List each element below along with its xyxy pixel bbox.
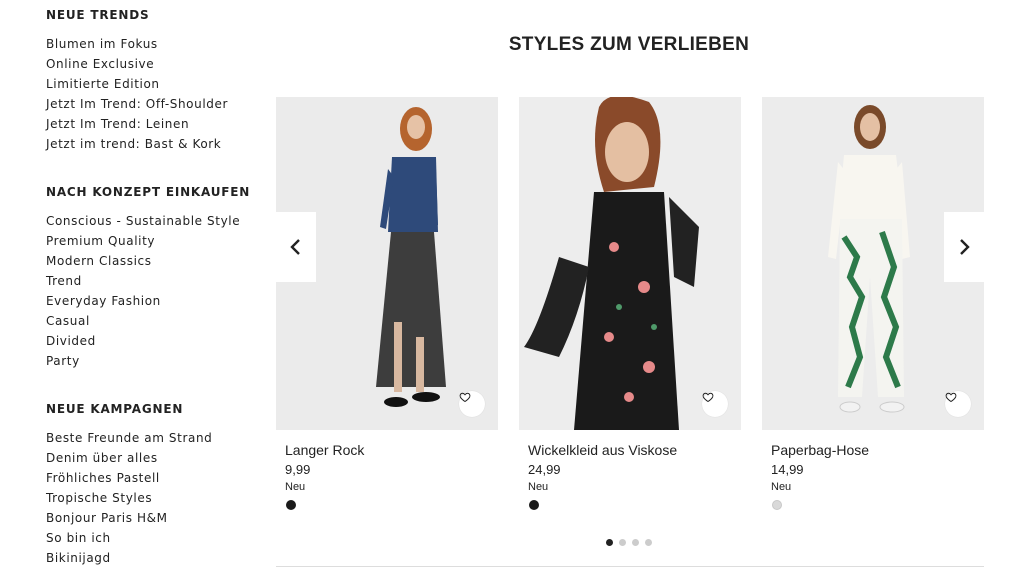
- pagination-dot[interactable]: [632, 539, 639, 546]
- nav-link[interactable]: Jetzt Im Trend: Leinen: [46, 114, 228, 134]
- nav-link[interactable]: Trend: [46, 271, 250, 291]
- nav-link[interactable]: Limitierte Edition: [46, 74, 228, 94]
- color-swatch[interactable]: [286, 500, 296, 510]
- nav-heading: NEUE KAMPAGNEN: [46, 402, 184, 416]
- product-name[interactable]: Wickelkleid aus Viskose: [519, 442, 741, 459]
- product-card[interactable]: Langer Rock 9,99 Neu: [276, 97, 498, 510]
- product-price: 24,99: [528, 462, 561, 477]
- favorite-button[interactable]: [459, 391, 485, 417]
- nav-list: Conscious - Sustainable Style Premium Qu…: [46, 211, 250, 371]
- section-title: STYLES ZUM VERLIEBEN: [508, 34, 750, 55]
- nav-link[interactable]: Beste Freunde am Strand: [46, 428, 212, 448]
- nav-link[interactable]: Tropische Styles: [46, 488, 212, 508]
- nav-link[interactable]: Premium Quality: [46, 231, 250, 251]
- section-divider: [276, 566, 984, 567]
- favorite-button[interactable]: [945, 391, 971, 417]
- nav-link[interactable]: So bin ich: [46, 528, 212, 548]
- product-price: 9,99: [285, 462, 311, 477]
- nav-heading: NEUE TRENDS: [46, 8, 150, 22]
- carousel-prev-button[interactable]: [276, 212, 316, 282]
- nav-section-neue-trends: NEUE TRENDS Blumen im Fokus Online Exclu…: [46, 5, 228, 154]
- nav-link[interactable]: Online Exclusive: [46, 54, 228, 74]
- product-name[interactable]: Paperbag-Hose: [762, 442, 984, 459]
- new-badge: Neu: [771, 481, 792, 493]
- nav-link[interactable]: Party: [46, 351, 250, 371]
- new-badge: Neu: [528, 481, 549, 493]
- color-swatch[interactable]: [529, 500, 539, 510]
- nav-link[interactable]: Jetzt im trend: Bast & Kork: [46, 134, 228, 154]
- nav-link[interactable]: Blumen im Fokus: [46, 34, 228, 54]
- nav-section-neue-kampagnen: NEUE KAMPAGNEN Beste Freunde am Strand D…: [46, 399, 212, 568]
- nav-link[interactable]: Divided: [46, 331, 250, 351]
- pagination-dot[interactable]: [645, 539, 652, 546]
- product-price: 14,99: [771, 462, 804, 477]
- nav-link[interactable]: Casual: [46, 311, 250, 331]
- product-name[interactable]: Langer Rock: [276, 442, 498, 459]
- carousel-pagination: [606, 539, 652, 546]
- product-card[interactable]: Wickelkleid aus Viskose 24,99 Neu: [519, 97, 741, 510]
- nav-link[interactable]: Conscious - Sustainable Style: [46, 211, 250, 231]
- product-carousel-section: STYLES ZUM VERLIEBEN Langer Rock 9,99 Ne…: [276, 0, 984, 569]
- carousel-next-button[interactable]: [944, 212, 984, 282]
- product-card[interactable]: Paperbag-Hose 14,99 Neu: [762, 97, 984, 510]
- product-image[interactable]: [519, 97, 741, 430]
- heart-icon: [945, 392, 957, 403]
- pagination-dot[interactable]: [619, 539, 626, 546]
- heart-icon: [459, 392, 471, 403]
- color-swatch[interactable]: [772, 500, 782, 510]
- nav-link[interactable]: Bikinijagd: [46, 548, 212, 568]
- nav-link[interactable]: Everyday Fashion: [46, 291, 250, 311]
- nav-link[interactable]: Jetzt Im Trend: Off-Shoulder: [46, 94, 228, 114]
- nav-link[interactable]: Bonjour Paris H&M: [46, 508, 212, 528]
- model-photo-wrap-dress: [519, 97, 741, 430]
- chevron-right-icon: [960, 239, 970, 255]
- new-badge: Neu: [285, 481, 306, 493]
- pagination-dot[interactable]: [606, 539, 613, 546]
- nav-link[interactable]: Denim über alles: [46, 448, 212, 468]
- nav-heading: NACH KONZEPT EINKAUFEN: [46, 185, 251, 199]
- favorite-button[interactable]: [702, 391, 728, 417]
- nav-section-nach-konzept: NACH KONZEPT EINKAUFEN Conscious - Susta…: [46, 182, 250, 371]
- nav-list: Beste Freunde am Strand Denim über alles…: [46, 428, 212, 568]
- nav-link[interactable]: Modern Classics: [46, 251, 250, 271]
- nav-list: Blumen im Fokus Online Exclusive Limitie…: [46, 34, 228, 154]
- nav-link[interactable]: Fröhliches Pastell: [46, 468, 212, 488]
- chevron-left-icon: [290, 239, 300, 255]
- product-carousel: Langer Rock 9,99 Neu Wickelkleid aus Vis…: [276, 97, 984, 517]
- heart-icon: [702, 392, 714, 403]
